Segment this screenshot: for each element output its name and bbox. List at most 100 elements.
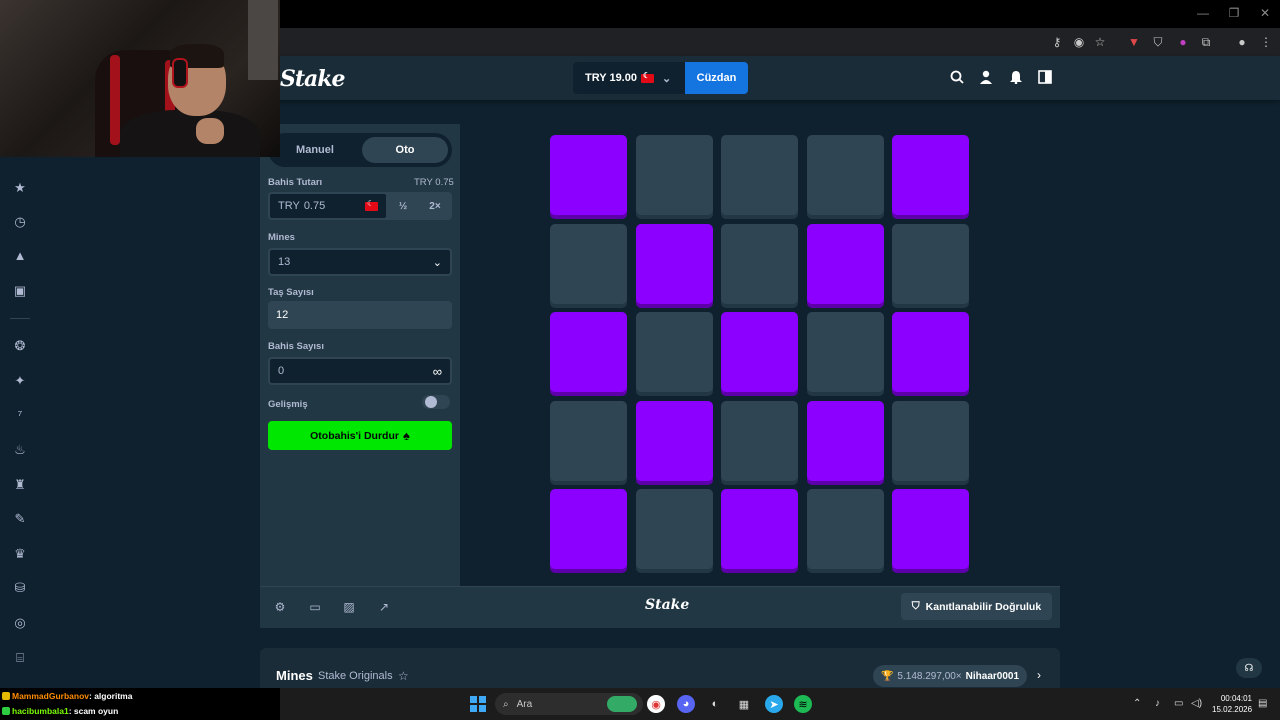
tile[interactable] xyxy=(635,135,713,215)
live-stats-icon[interactable]: ▨ xyxy=(342,600,356,614)
clock-time[interactable]: 00:04:01 xyxy=(1216,694,1252,703)
tile-selected[interactable] xyxy=(550,135,627,215)
calculator-app-icon[interactable]: ▦ xyxy=(735,695,753,713)
record-win-pill[interactable]: 🏆 5.148.297,00× Nihaar0001 xyxy=(873,665,1027,687)
tile-selected[interactable] xyxy=(635,400,713,481)
chat-badge-icon xyxy=(2,707,10,715)
half-bet-button[interactable]: ½ xyxy=(388,192,418,220)
bell-icon[interactable] xyxy=(1008,70,1024,86)
tile-selected[interactable] xyxy=(806,400,884,481)
tile[interactable] xyxy=(892,223,969,304)
hot-fire-icon[interactable]: ♨ xyxy=(12,442,28,458)
provably-fair-button[interactable]: ⛉ Kanıtlanabilir Doğruluk xyxy=(901,593,1052,620)
puzzle-icon[interactable]: ⧉ xyxy=(1199,35,1213,49)
search-icon[interactable] xyxy=(949,70,965,86)
user-icon[interactable] xyxy=(978,70,994,86)
maximize-icon[interactable]: ❐ xyxy=(1227,6,1241,20)
stop-autobet-button[interactable]: Otobahis'i Durdur ♠ xyxy=(268,421,452,450)
tile-selected[interactable] xyxy=(550,489,627,569)
tile-selected[interactable] xyxy=(721,312,798,392)
eye-off-icon[interactable]: ◉ xyxy=(1072,35,1086,49)
new-releases-icon[interactable]: ✦ xyxy=(12,373,28,389)
microphone-icon[interactable]: ♪ xyxy=(1155,698,1160,709)
close-icon[interactable]: ✕ xyxy=(1258,6,1272,20)
gems-value: 12 xyxy=(276,309,289,321)
support-headset-icon[interactable]: ☊ xyxy=(1236,658,1262,678)
bookmark-star-icon[interactable]: ☆ xyxy=(1093,35,1107,49)
mines-select[interactable]: 13 ⌄ xyxy=(268,248,452,276)
extension-2-icon[interactable]: ● xyxy=(1176,35,1190,49)
stake-originals-icon[interactable]: ♛ xyxy=(12,546,28,562)
sidebar-toggle-icon[interactable] xyxy=(1037,70,1053,86)
tile-selected[interactable] xyxy=(721,489,798,569)
tile[interactable] xyxy=(550,400,627,481)
bet-amount-input[interactable]: TRY 0.75 xyxy=(268,192,388,220)
stake-logo[interactable]: Stake xyxy=(280,66,346,92)
bets-value: 0 xyxy=(278,365,285,377)
tile-selected[interactable] xyxy=(806,223,884,304)
bet-value: 0.75 xyxy=(303,200,326,212)
taskbar-search[interactable]: ⌕ Ara xyxy=(495,693,643,715)
bets-count-label: Bahis Sayısı xyxy=(268,341,324,352)
tile[interactable] xyxy=(806,312,884,392)
menu-icon[interactable]: ⋮ xyxy=(1259,35,1273,49)
chair-stripe xyxy=(110,55,120,145)
tray-chevron-up-icon[interactable]: ⌃ xyxy=(1133,698,1141,709)
balance-selector[interactable]: TRY 19.00 ⌄ xyxy=(573,62,685,94)
game-shows-icon[interactable]: ✎ xyxy=(12,511,28,527)
telegram-app-icon[interactable]: ➤ xyxy=(765,695,783,713)
tile[interactable] xyxy=(721,135,798,215)
discord-app-icon[interactable]: ◕ xyxy=(677,695,695,713)
turkey-flag-icon xyxy=(640,71,654,83)
gift-icon[interactable]: ⌸ xyxy=(12,650,28,666)
minimize-icon[interactable]: — xyxy=(1196,6,1210,20)
tile-selected[interactable] xyxy=(635,223,713,304)
tile[interactable] xyxy=(721,400,798,481)
casino-chip-icon[interactable]: ❂ xyxy=(12,338,28,354)
slots-icon[interactable]: ⁷ xyxy=(12,407,28,423)
tile[interactable] xyxy=(806,135,884,215)
key-icon[interactable]: ⚷ xyxy=(1050,35,1064,49)
spotify-app-icon[interactable]: ≋ xyxy=(794,695,812,713)
tile[interactable] xyxy=(806,489,884,569)
tile[interactable] xyxy=(635,489,713,569)
tile-selected[interactable] xyxy=(892,489,969,569)
chevron-right-icon[interactable]: › xyxy=(1037,668,1041,682)
double-bet-button[interactable]: 2× xyxy=(420,192,450,220)
tab-auto[interactable]: Oto xyxy=(362,137,448,163)
gems-count-field: 12 xyxy=(268,301,452,329)
clock-date[interactable]: 15.02.2026 xyxy=(1212,705,1252,714)
tab-manual[interactable]: Manuel xyxy=(272,137,358,163)
challenges-icon[interactable]: ▲ xyxy=(12,248,28,264)
tile-selected[interactable] xyxy=(892,135,969,215)
bets-ticket-icon[interactable]: ▣ xyxy=(12,283,28,299)
tile[interactable] xyxy=(635,312,713,392)
theatre-mode-icon[interactable]: ▭ xyxy=(308,600,322,614)
publishers-icon[interactable]: ◎ xyxy=(12,615,28,631)
favourites-star-icon[interactable]: ★ xyxy=(12,180,28,196)
profile-icon[interactable]: ● xyxy=(1235,35,1249,49)
live-casino-icon[interactable]: ♜ xyxy=(12,477,28,493)
tile[interactable] xyxy=(892,400,969,481)
wallet-button[interactable]: Cüzdan xyxy=(685,62,748,94)
chrome-app-icon[interactable]: ◉ xyxy=(647,695,665,713)
recent-clock-icon[interactable]: ◷ xyxy=(12,214,28,230)
settings-gear-icon[interactable]: ⚙ xyxy=(273,600,287,614)
obs-app-icon[interactable]: ◐ xyxy=(706,695,724,713)
tile-selected[interactable] xyxy=(550,312,627,392)
network-icon[interactable]: ▭ xyxy=(1174,698,1183,709)
tile[interactable] xyxy=(721,223,798,304)
tile-selected[interactable] xyxy=(892,312,969,392)
windows-start-icon[interactable] xyxy=(470,696,486,712)
favourite-star-icon[interactable]: ☆ xyxy=(398,669,409,683)
mines-label: Mines xyxy=(268,232,295,243)
notifications-icon[interactable]: ▤ xyxy=(1258,698,1267,709)
chat-username: MammadGurbanov xyxy=(12,691,89,701)
volume-icon[interactable]: ◁) xyxy=(1191,698,1202,709)
exclusives-icon[interactable]: ⛁ xyxy=(12,580,28,596)
popout-icon[interactable]: ↗ xyxy=(377,600,391,614)
shield-icon[interactable]: ⛉ xyxy=(1151,35,1165,49)
extension-icon[interactable]: ▼ xyxy=(1127,35,1141,49)
bets-count-input[interactable]: 0 ∞ xyxy=(268,357,452,385)
tile[interactable] xyxy=(550,223,627,304)
